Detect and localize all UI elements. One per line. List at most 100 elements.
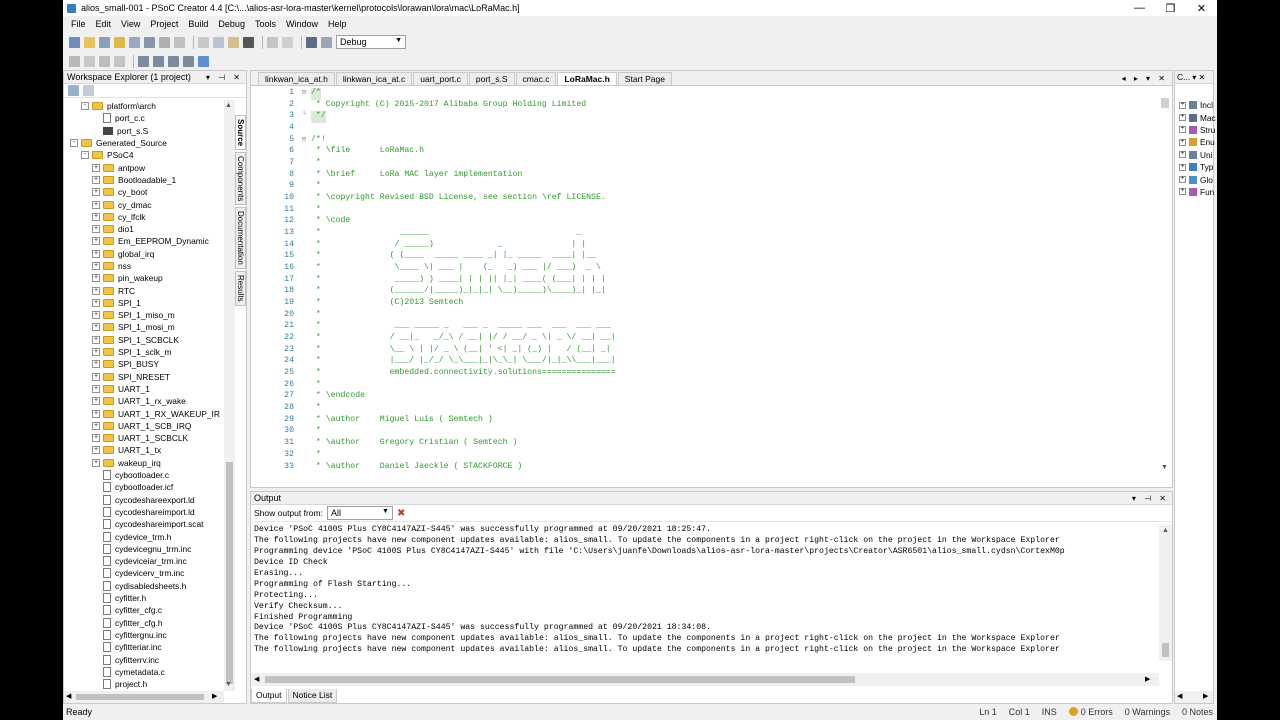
tree-node[interactable]: cydevicerv_trm.inc [64, 567, 224, 579]
expand-icon[interactable]: + [92, 384, 100, 393]
tree-node[interactable]: cycodeshareimport.scat [64, 518, 224, 530]
expand-icon[interactable]: + [92, 372, 100, 381]
tree-node[interactable]: port_c.c [64, 112, 224, 124]
find-icon[interactable] [306, 36, 317, 48]
expand-icon[interactable]: + [92, 311, 100, 320]
side-tab-documentation[interactable]: Documentation [235, 207, 246, 270]
tree-node[interactable]: + UART_1_SCBCLK [64, 432, 224, 444]
collapse-icon[interactable]: - [81, 151, 89, 160]
output-log[interactable]: Device 'PSoC 4100S Plus CY8C4147AZI-S445… [254, 525, 1157, 673]
code-line[interactable]: 32 * [251, 450, 1158, 462]
tree-node[interactable]: - Generated_Source [64, 137, 224, 149]
code-line[interactable]: 7 * [251, 158, 1158, 170]
code-line[interactable]: 27 * \endcode [251, 391, 1158, 403]
tree-node[interactable]: + SPI_NRESET [64, 371, 224, 383]
scrollbar-thumb[interactable] [265, 676, 855, 683]
scroll-down-icon[interactable]: ▼ [1161, 464, 1168, 471]
tab-output[interactable]: Output [251, 689, 287, 703]
menu-help[interactable]: Help [323, 19, 352, 29]
tree-node[interactable]: cyfitter_cfg.c [64, 604, 224, 616]
code-explorer-item[interactable]: + Incl [1175, 99, 1216, 111]
tree-node[interactable]: + dio1 [64, 223, 224, 235]
tree-node[interactable]: + cy_dmac [64, 198, 224, 210]
save-all-icon[interactable] [144, 36, 155, 48]
expand-icon[interactable]: + [92, 212, 100, 221]
tree-node[interactable]: cydevicegnu_trm.inc [64, 543, 224, 555]
restore-button[interactable]: ❐ [1155, 0, 1186, 16]
tree-node[interactable]: + SPI_1 [64, 297, 224, 309]
scroll-up-icon[interactable]: ▲ [1162, 527, 1169, 534]
tree-node[interactable]: + Bootloadable_1 [64, 174, 224, 186]
expand-icon[interactable]: + [1179, 126, 1186, 134]
code-line[interactable]: 3 └ */ [251, 111, 1158, 124]
code-line[interactable]: 1 ⊟/* [251, 88, 1158, 100]
code-line[interactable]: 5 ⊟/*! [251, 135, 1158, 147]
tab-start-page[interactable]: Start Page [617, 72, 672, 85]
status-notes[interactable]: 0 Notes [1182, 707, 1213, 717]
code-line[interactable]: 4 [251, 123, 1158, 135]
code-line[interactable]: 33 * \author Daniel Jaeckle ( STACKFORCE… [251, 462, 1158, 474]
tree-node[interactable]: - platform\arch [64, 100, 224, 112]
tab-notice-list[interactable]: Notice List [287, 689, 338, 703]
code-explorer-item[interactable]: + Glo [1175, 173, 1216, 185]
scroll-right-icon[interactable]: ▶ [1145, 675, 1150, 683]
side-tab-source[interactable]: Source [235, 115, 246, 151]
tree-node[interactable]: + cy_boot [64, 186, 224, 198]
scroll-left-icon[interactable]: ◀ [1177, 692, 1182, 700]
tree-node[interactable]: + SPI_1_SCBCLK [64, 334, 224, 346]
code-line[interactable]: 26 * [251, 380, 1158, 392]
tab-linkwan-ica-at-c[interactable]: linkwan_ica_at.c [335, 72, 413, 85]
code-explorer-item[interactable]: + Fun [1175, 186, 1216, 198]
code-line[interactable]: 20 * [251, 310, 1158, 322]
tab-linkwan-ica-at-h[interactable]: linkwan_ica_at.h [258, 72, 335, 85]
scroll-down-icon[interactable]: ▼ [225, 681, 232, 688]
code-line[interactable]: 19 * (C)2013 Semtech [251, 298, 1158, 310]
window-icon[interactable] [198, 55, 209, 67]
tab-uart-port-c[interactable]: uart_port.c [413, 72, 468, 85]
code-line[interactable]: 10 * \copyright Revised BSD License, see… [251, 193, 1158, 205]
outdent-icon[interactable] [153, 55, 164, 67]
tree-node[interactable]: + cy_lfclk [64, 211, 224, 223]
undo-icon[interactable] [267, 36, 278, 48]
new-project-icon[interactable] [69, 36, 80, 48]
expand-icon[interactable]: + [92, 397, 100, 406]
expand-icon[interactable]: + [92, 434, 100, 443]
properties-icon[interactable] [68, 85, 79, 96]
output-vertical-scrollbar[interactable]: ▲ [1159, 525, 1172, 661]
expand-icon[interactable]: + [92, 323, 100, 332]
code-area[interactable]: 1 ⊟/* 2 * Copyright (C) 2015-2017 Alibaba … [251, 88, 1158, 476]
menu-build[interactable]: Build [183, 19, 213, 29]
side-tab-results[interactable]: Results [235, 271, 246, 306]
uncomment-icon[interactable] [183, 55, 194, 67]
tree-node[interactable]: + UART_1_SCB_IRQ [64, 420, 224, 432]
menu-view[interactable]: View [116, 19, 145, 29]
menu-window[interactable]: Window [281, 19, 323, 29]
tree-node[interactable]: + SPI_1_miso_m [64, 309, 224, 321]
tab-port-s-s[interactable]: port_s.S [468, 72, 515, 85]
tree-node[interactable]: - PSoC4 [64, 149, 224, 161]
cut-icon[interactable] [198, 36, 209, 48]
tree-node[interactable]: + SPI_1_mosi_m [64, 321, 224, 333]
expand-icon[interactable]: + [92, 200, 100, 209]
code-line[interactable]: 2 * Copyright (C) 2015-2017 Alibaba Grou… [251, 100, 1158, 112]
tree-node[interactable]: + Em_EEPROM_Dynamic [64, 235, 224, 247]
scroll-right-icon[interactable]: ▶ [212, 692, 217, 700]
close-window-button[interactable]: ✕ [1186, 0, 1217, 16]
scroll-right-icon[interactable]: ▶ [1203, 692, 1208, 700]
expand-icon[interactable]: + [1179, 163, 1186, 171]
tree-node[interactable]: cyfitter.h [64, 592, 224, 604]
code-explorer-item[interactable]: + Enu [1175, 136, 1216, 148]
tab-cmac-c[interactable]: cmac.c [515, 72, 557, 85]
output-horizontal-scrollbar[interactable]: ◀ ▶ [251, 673, 1159, 686]
indent-icon[interactable] [138, 55, 149, 67]
code-line[interactable]: 18 * (______/|_____)_|_|_| \__)_____)\__… [251, 286, 1158, 298]
expand-icon[interactable]: + [92, 458, 100, 467]
expand-icon[interactable]: + [1179, 188, 1186, 196]
tree-node[interactable]: + antpow [64, 161, 224, 173]
expand-icon[interactable]: + [92, 298, 100, 307]
scrollbar-thumb[interactable] [76, 694, 204, 700]
tree-node[interactable]: cydevice_trm.h [64, 530, 224, 542]
tree-node[interactable]: + pin_wakeup [64, 272, 224, 284]
close-icon[interactable]: ▾ ✕ [1192, 73, 1205, 82]
code-line[interactable]: 16 * \____ \| ___ | (_ _) ___ |/ ___) _ … [251, 263, 1158, 275]
